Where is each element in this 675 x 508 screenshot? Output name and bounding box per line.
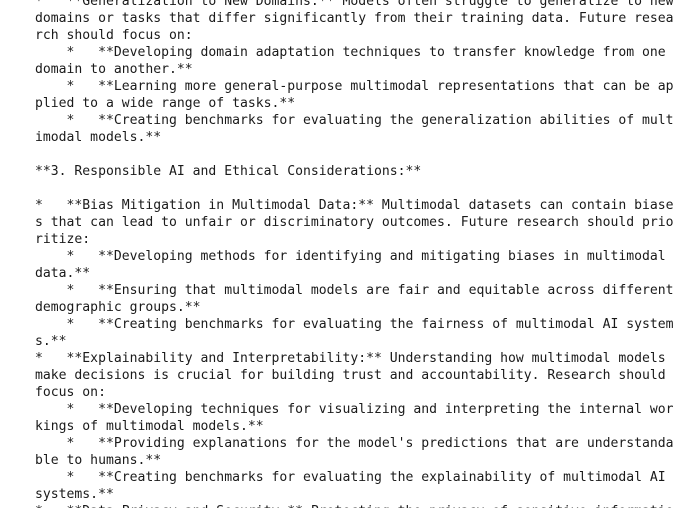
text-line: * **Explainability and Interpretability:… [35, 351, 666, 366]
text-line: plied to a wide range of tasks.** [35, 96, 296, 111]
text-line: * **Developing methods for identifying a… [35, 249, 666, 264]
text-line: data.** [35, 266, 91, 281]
text-line: demographic groups.** [35, 300, 201, 315]
text-line: domains or tasks that differ significant… [35, 11, 674, 26]
text-line: rch should focus on: [35, 28, 193, 43]
text-line: * **Data Privacy and Security:** Protect… [35, 503, 674, 508]
text-line: ritize: [35, 232, 91, 247]
text-line: make decisions is crucial for building t… [35, 368, 666, 383]
text-line: * **Bias Mitigation in Multimodal Data:*… [35, 198, 674, 213]
text-line: systems.** [35, 487, 114, 502]
text-line: * **Creating benchmarks for evaluating t… [35, 317, 674, 332]
text-line: kings of multimodal models.** [35, 419, 264, 434]
text-line: * **Developing techniques for visualizin… [35, 402, 674, 417]
text-line: * **Ensuring that multimodal models are … [35, 283, 674, 298]
text-line: **3. Responsible AI and Ethical Consider… [35, 164, 422, 179]
text-line: * **Developing domain adaptation techniq… [35, 45, 666, 60]
text-line: s.** [35, 334, 67, 349]
text-line: focus on: [35, 385, 106, 400]
text-line: domain to another.** [35, 62, 193, 77]
text-line: * **Creating benchmarks for evaluating t… [35, 113, 674, 128]
text-line: s that can lead to unfair or discriminat… [35, 215, 674, 230]
text-line: * **Learning more general-purpose multim… [35, 79, 674, 94]
text-line: * **Generalization to New Domains:** Mod… [35, 0, 674, 9]
text-line: imodal models.** [35, 130, 162, 145]
markdown-text: * **Generalization to New Domains:** Mod… [35, 0, 674, 508]
text-line: * **Providing explanations for the model… [35, 436, 674, 451]
text-line: ble to humans.** [35, 453, 162, 468]
text-viewer[interactable]: * **Generalization to New Domains:** Mod… [0, 0, 675, 508]
text-line: * **Creating benchmarks for evaluating t… [35, 470, 666, 485]
